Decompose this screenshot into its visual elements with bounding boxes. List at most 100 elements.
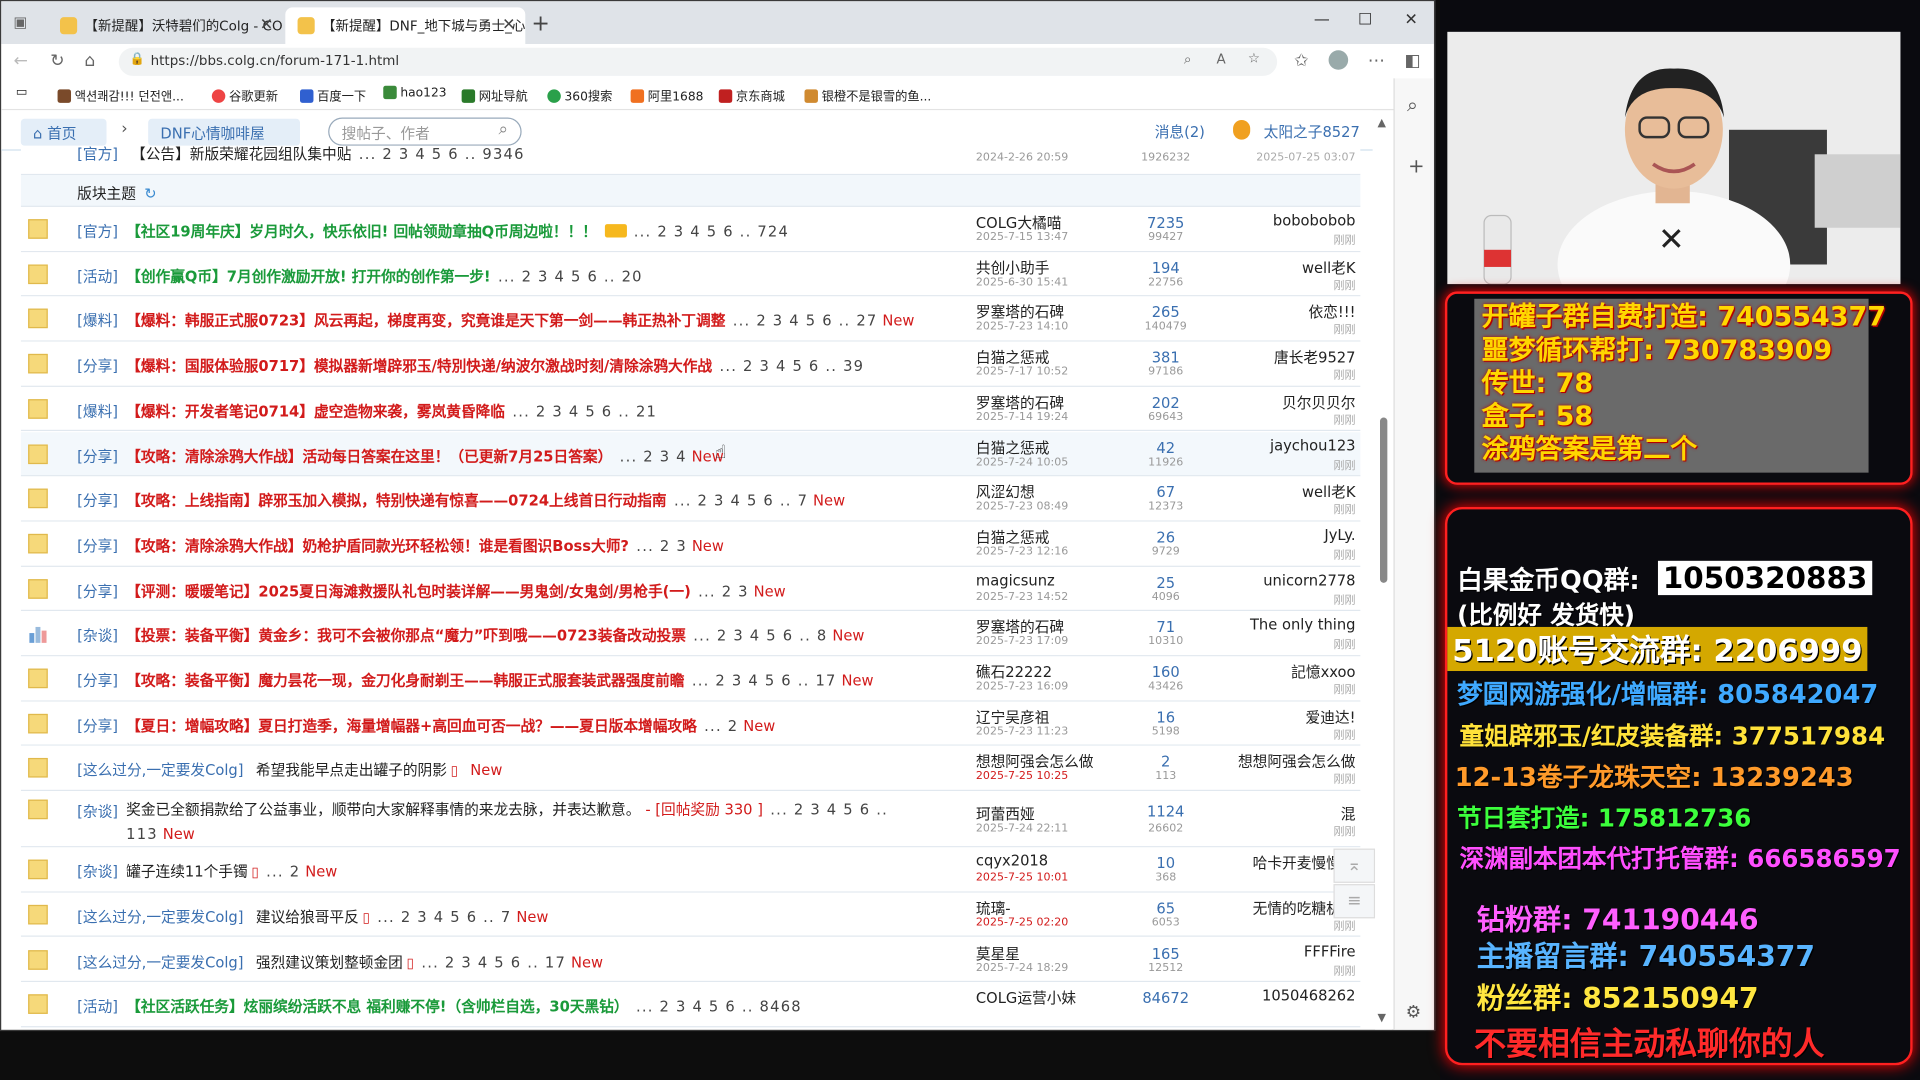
last-poster[interactable]: 唐长老9527: [1274, 347, 1355, 368]
thread-row[interactable]: [活动] 【创作赢Q币】7月创作激励开放! 打开你的创作第一步! ... 2 3 4…: [20, 251, 1361, 297]
thread-category[interactable]: [分享]: [77, 445, 118, 466]
reply-count[interactable]: 1124: [1111, 803, 1221, 820]
last-poster[interactable]: 混: [1341, 803, 1356, 824]
bookmark-2[interactable]: 谷歌更新: [211, 86, 278, 104]
thread-author[interactable]: cqyx2018: [976, 852, 1048, 869]
thread-row[interactable]: [活动] 【社区活跃任务】炫丽缤纷活跃不息 福利赚不停!（含帅栏自选，30天黑钻）…: [20, 982, 1361, 1028]
thread-category[interactable]: [杂谈]: [77, 801, 118, 822]
thread-category[interactable]: [爆料]: [77, 310, 118, 331]
thread-author[interactable]: magicsunz: [976, 571, 1055, 588]
settings-gear-icon[interactable]: ⚙: [1406, 1003, 1421, 1023]
thread-pages[interactable]: ... 2 3 4 5 6 .. 7: [377, 908, 511, 925]
thread-category[interactable]: [杂谈]: [77, 625, 118, 646]
reply-count[interactable]: 265: [1111, 304, 1221, 321]
thread-title[interactable]: 【攻略：清除涂鸦大作战】奶枪护盾同款光环轻松领！谁是看图识Boss大师?: [126, 537, 629, 554]
thread-pages[interactable]: ... 2 3 4 5 6 .. 8: [693, 627, 827, 644]
thread-row[interactable]: [杂谈] 奖金已全额捐款给了公益事业，顺带向大家解释事情的来龙去脉，并表达歉意。 -…: [20, 791, 1361, 848]
home-icon[interactable]: ⌂: [84, 51, 95, 71]
thread-author[interactable]: 风涩幻想: [976, 481, 1035, 502]
last-poster[interactable]: 贝尔贝贝尔: [1282, 392, 1355, 413]
thread-category[interactable]: [分享]: [77, 535, 118, 556]
last-poster[interactable]: jaychou123: [1270, 437, 1356, 454]
sidebar-toggle-icon[interactable]: ◧: [1404, 51, 1420, 71]
thread-author[interactable]: 琉璃-: [976, 897, 1011, 918]
thread-title[interactable]: 【投票：装备平衡】黄金乡：我可不会被你那点“魔力”吓到哦——0723装备改动投票: [126, 627, 686, 644]
thread-author[interactable]: 罗塞塔的石碑: [976, 302, 1064, 323]
last-poster[interactable]: 記憶xxoo: [1291, 661, 1355, 682]
thread-pages[interactable]: ... 2 3 4 5 6 .. 20: [498, 268, 643, 285]
thread-title[interactable]: 建议给狼哥平反: [256, 908, 359, 925]
thread-title[interactable]: 【夏日：增幅攻略】夏日打造季，海量增幅器+高回血可否一战？——夏日版本增幅攻略: [126, 717, 697, 734]
back-icon[interactable]: ←: [13, 51, 27, 71]
username-link[interactable]: 太阳之子8527: [1264, 121, 1360, 142]
thread-category[interactable]: [这么过分,一定要发Colg]: [77, 951, 243, 972]
thread-row[interactable]: [分享] 【攻略：上线指南】辟邪玉加入模拟，特别快递有惊喜——0724上线首日行动…: [20, 476, 1361, 522]
thread-row[interactable]: [分享] 【爆料：国服体验服0717】模拟器新增辟邪玉/特別快递/纳波尔激战时刻/…: [20, 341, 1361, 387]
thread-title[interactable]: 【攻略：上线指南】辟邪玉加入模拟，特别快递有惊喜——0724上线首日行动指南: [126, 492, 666, 509]
reply-count[interactable]: 42: [1111, 439, 1221, 456]
bookmark-4[interactable]: hao123: [383, 85, 447, 100]
read-aloud-icon[interactable]: A: [1216, 51, 1225, 67]
scrollbar[interactable]: ▲ ▼: [1375, 117, 1393, 1030]
thread-title[interactable]: 【创作赢Q币】7月创作激励开放! 打开你的创作第一步!: [126, 268, 491, 285]
thread-row[interactable]: [这么过分,一定要发Colg] 强烈建议策划整顿金团 ▯ ... 2 3 4 5 6 …: [20, 937, 1361, 983]
reply-count[interactable]: 165: [1111, 945, 1221, 962]
bookmark-3[interactable]: 百度一下: [300, 86, 366, 104]
last-poster[interactable]: bobobobob: [1273, 212, 1356, 229]
thread-category[interactable]: [分享]: [77, 490, 118, 511]
thread-pages[interactable]: ... 2 3 4 5 6 .. 724: [634, 223, 789, 240]
thread-author[interactable]: 白猫之惩戒: [976, 347, 1049, 368]
thread-category[interactable]: [分享]: [77, 670, 118, 691]
reply-count[interactable]: 25: [1111, 574, 1221, 591]
reply-count[interactable]: 381: [1111, 349, 1221, 366]
refresh-icon[interactable]: ↻: [50, 51, 64, 71]
reading-list-icon[interactable]: ▭: [16, 86, 28, 99]
bookmark-6[interactable]: 360搜索: [547, 86, 612, 104]
thread-category[interactable]: [官方]: [77, 146, 118, 164]
reply-count[interactable]: 84672: [1111, 990, 1221, 1007]
thread-author[interactable]: 想想阿强会怎么做: [976, 751, 1094, 772]
thread-row[interactable]: [分享] 【评测：暖暖笔记】2025夏日海滩救援队礼包时装详解——男鬼剑/女鬼剑/…: [20, 566, 1361, 612]
thread-pages[interactable]: ... 2 3: [698, 582, 749, 599]
thread-title[interactable]: 【社区活跃任务】炫丽缤纷活跃不息 福利赚不停!（含帅栏自选，30天黑钻）: [126, 998, 628, 1015]
close-window-icon[interactable]: ✕: [1404, 11, 1417, 29]
thread-title[interactable]: 【爆料：韩服正式服0723】风云再起，梯度再变，究竟谁是天下第一剑——韩正热补丁…: [126, 313, 725, 330]
close-tab-icon[interactable]: ✕: [260, 16, 273, 34]
url-field[interactable]: 🔒 https://bbs.colg.cn/forum-171-1.html ⌕…: [118, 47, 1278, 76]
tab-actions-icon[interactable]: ▣: [13, 13, 27, 30]
reply-count[interactable]: 7235: [1111, 214, 1221, 231]
scroll-up-icon[interactable]: ▲: [1378, 118, 1386, 130]
thread-author[interactable]: 礁石22222: [976, 661, 1052, 682]
last-poster[interactable]: FFFFire: [1304, 942, 1356, 959]
thread-pages[interactable]: ... 2 3 4 5 6 .. 27: [733, 313, 878, 330]
new-tab-icon[interactable]: +: [531, 11, 549, 37]
thread-category[interactable]: [杂谈]: [77, 861, 118, 882]
last-poster[interactable]: 依恋!!!: [1308, 302, 1355, 323]
thread-category[interactable]: [分享]: [77, 715, 118, 736]
reply-count[interactable]: 67: [1111, 484, 1221, 501]
thread-pages[interactable]: ... 2 3: [636, 537, 687, 554]
thread-author[interactable]: 莫星星: [976, 942, 1020, 963]
thread-pages[interactable]: ... 2 3 4 5 6 .. 39: [719, 358, 864, 375]
thread-category[interactable]: [分享]: [77, 580, 118, 601]
thread-author[interactable]: 白猫之惩戒: [976, 437, 1049, 458]
sidebar-search-icon[interactable]: ⌕: [1407, 93, 1418, 117]
thread-title[interactable]: 【公告】新版荣耀花园组队集中贴: [131, 146, 351, 163]
thread-title[interactable]: 【攻略：清除涂鸦大作战】活动每日答案在这里！（已更新7月25日答案）: [126, 448, 612, 465]
reply-count[interactable]: 202: [1111, 394, 1221, 411]
thread-title[interactable]: 【爆料：开发者笔记0714】虚空造物来袭，雾岚黄昏降临: [126, 403, 505, 420]
last-poster[interactable]: JyLy.: [1324, 526, 1355, 543]
thread-category[interactable]: [这么过分,一定要发Colg]: [77, 906, 243, 927]
more-menu-icon[interactable]: ⋯: [1368, 51, 1385, 71]
scroll-thumb[interactable]: [1380, 417, 1388, 583]
thread-title[interactable]: 奖金已全额捐款给了公益事业，顺带向大家解释事情的来龙去脉，并表达歉意。: [126, 801, 640, 818]
thread-author[interactable]: COLG大橘喵: [976, 212, 1061, 233]
thread-row[interactable]: [这么过分,一定要发Colg] 希望我能早点走出罐子的阴影 ▯ New 想想阿强会怎么做…: [20, 746, 1361, 792]
maximize-icon[interactable]: ☐: [1358, 11, 1372, 29]
thread-row[interactable]: [分享] 【攻略：装备平衡】魔力昙花一现，金刀化身耐剃王——韩服正式服套装武器强度…: [20, 656, 1361, 702]
sidebar-add-icon[interactable]: +: [1408, 154, 1424, 177]
thread-pages[interactable]: ... 2: [704, 717, 738, 734]
thread-title[interactable]: 罐子连续11个手镯: [126, 863, 248, 880]
thread-category[interactable]: [这么过分,一定要发Colg]: [77, 760, 243, 781]
scroll-down-icon[interactable]: ▼: [1378, 1013, 1386, 1025]
